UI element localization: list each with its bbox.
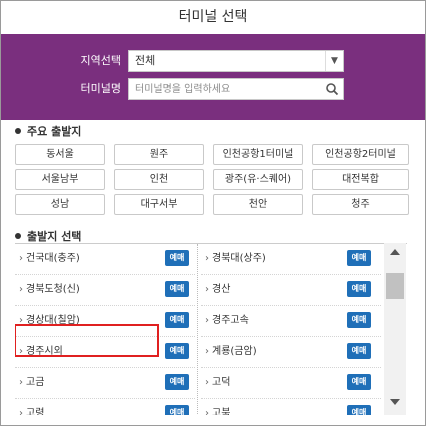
column-divider xyxy=(197,244,198,415)
major-item[interactable]: 인천 xyxy=(114,169,204,190)
departure-select-heading: 출발지 선택 xyxy=(15,230,81,244)
major-item[interactable]: 성남 xyxy=(15,194,105,215)
chevron-right-icon: › xyxy=(19,284,23,295)
chevron-right-icon: › xyxy=(19,377,23,388)
terminal-row[interactable]: › 고북 예매 xyxy=(201,399,381,415)
reserve-button[interactable]: 예매 xyxy=(347,374,371,390)
terminal-name[interactable]: 경북대(상주) xyxy=(212,253,266,264)
major-item[interactable]: 대전복합 xyxy=(312,169,409,190)
terminal-row[interactable]: › 경주고속 예매 xyxy=(201,306,381,337)
region-select-value: 전체 xyxy=(135,54,156,67)
major-item[interactable]: 인천공항1터미널 xyxy=(213,144,303,165)
terminal-row[interactable]: › 건국대(충주) 예매 xyxy=(15,244,195,275)
scroll-up-arrow-icon[interactable] xyxy=(384,245,406,259)
terminal-name[interactable]: 경주고속 xyxy=(212,315,249,326)
reserve-button[interactable]: 예매 xyxy=(165,343,189,359)
reserve-button[interactable]: 예매 xyxy=(165,250,189,266)
search-icon[interactable] xyxy=(325,82,339,96)
terminal-name[interactable]: 건국대(충주) xyxy=(26,253,80,264)
terminal-select-window: 터미널 선택 지역선택 전체 ▼ 터미널명 주요 출발지 동서울 원주 인천공항… xyxy=(0,0,426,426)
bullet-icon xyxy=(15,233,21,239)
terminal-name[interactable]: 고북 xyxy=(212,408,230,415)
region-row: 지역선택 전체 ▼ xyxy=(1,50,425,72)
major-item[interactable]: 동서울 xyxy=(15,144,105,165)
terminal-name[interactable]: 고금 xyxy=(26,377,44,388)
terminal-row[interactable]: › 경산 예매 xyxy=(201,275,381,306)
terminal-row[interactable]: › 고금 예매 xyxy=(15,368,195,399)
major-item[interactable]: 천안 xyxy=(213,194,303,215)
terminal-list: › 건국대(충주) 예매 › 경북도청(신) 예매 › 경상대(칠암) 예매 › 경주시… xyxy=(15,243,407,415)
major-departures-heading: 주요 출발지 xyxy=(15,125,81,139)
scroll-thumb[interactable] xyxy=(386,273,404,299)
departure-heading-text: 출발지 선택 xyxy=(27,230,82,243)
chevron-right-icon: › xyxy=(205,408,209,415)
major-heading-text: 주요 출발지 xyxy=(27,125,82,138)
major-item[interactable]: 청주 xyxy=(312,194,409,215)
list-scrollbar[interactable] xyxy=(384,243,406,415)
terminal-row[interactable]: › 계룡(금암) 예매 xyxy=(201,337,381,368)
region-select[interactable]: 전체 ▼ xyxy=(128,50,344,72)
bullet-icon xyxy=(15,128,21,134)
terminal-name[interactable]: 고령 xyxy=(26,408,44,415)
reserve-button[interactable]: 예매 xyxy=(165,312,189,328)
major-item[interactable]: 인천공항2터미널 xyxy=(312,144,409,165)
search-panel: 지역선택 전체 ▼ 터미널명 xyxy=(1,34,425,120)
reserve-button[interactable]: 예매 xyxy=(347,405,371,415)
chevron-right-icon: › xyxy=(19,408,23,415)
terminal-row: 터미널명 xyxy=(1,78,425,100)
terminal-name[interactable]: 고덕 xyxy=(212,377,230,388)
terminal-name[interactable]: 경북도청(신) xyxy=(26,284,80,295)
terminal-row[interactable]: › 고덕 예매 xyxy=(201,368,381,399)
reserve-button[interactable]: 예매 xyxy=(347,343,371,359)
selection-highlight xyxy=(15,324,159,357)
terminal-name[interactable]: 계룡(금암) xyxy=(212,346,257,357)
reserve-button[interactable]: 예매 xyxy=(347,281,371,297)
terminal-row[interactable]: › 경북도청(신) 예매 xyxy=(15,275,195,306)
chevron-right-icon: › xyxy=(205,315,209,326)
terminal-search-input[interactable] xyxy=(128,78,344,100)
major-item[interactable]: 원주 xyxy=(114,144,204,165)
chevron-right-icon: › xyxy=(205,284,209,295)
scroll-down-arrow-icon[interactable] xyxy=(384,395,406,409)
terminal-row[interactable]: › 경북대(상주) 예매 xyxy=(201,244,381,275)
major-item[interactable]: 서울남부 xyxy=(15,169,105,190)
window-title: 터미널 선택 xyxy=(178,9,248,25)
reserve-button[interactable]: 예매 xyxy=(165,405,189,415)
terminal-row[interactable]: › 고령 예매 xyxy=(15,399,195,415)
chevron-down-icon[interactable]: ▼ xyxy=(325,51,343,71)
chevron-right-icon: › xyxy=(19,253,23,264)
terminal-name[interactable]: 경산 xyxy=(212,284,230,295)
region-label: 지역선택 xyxy=(80,54,121,67)
reserve-button[interactable]: 예매 xyxy=(165,281,189,297)
reserve-button[interactable]: 예매 xyxy=(347,312,371,328)
terminal-label: 터미널명 xyxy=(80,82,121,95)
chevron-right-icon: › xyxy=(205,253,209,264)
reserve-button[interactable]: 예매 xyxy=(347,250,371,266)
chevron-right-icon: › xyxy=(205,346,209,357)
chevron-right-icon: › xyxy=(205,377,209,388)
reserve-button[interactable]: 예매 xyxy=(165,374,189,390)
major-item[interactable]: 대구서부 xyxy=(114,194,204,215)
major-item[interactable]: 광주(유·스퀘어) xyxy=(213,169,303,190)
